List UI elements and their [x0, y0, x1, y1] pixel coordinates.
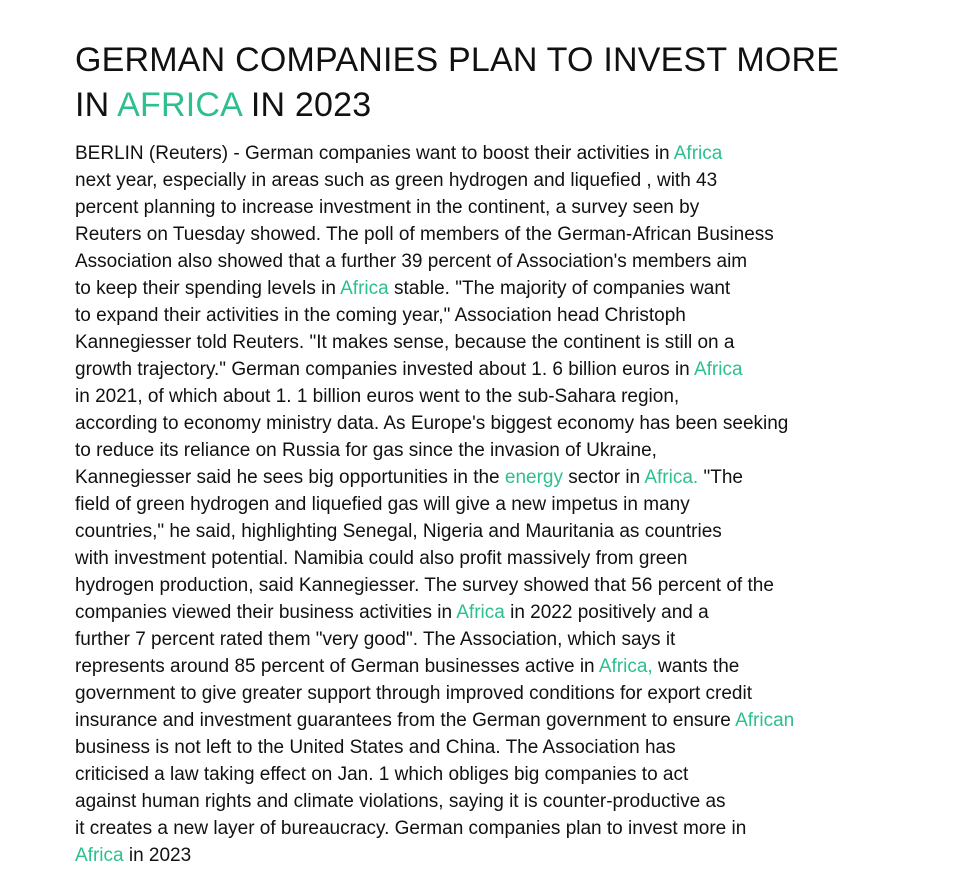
highlighted-keyword: Africa, [598, 656, 653, 677]
article-line: insurance and investment guarantees from… [75, 707, 945, 734]
article-line: further 7 percent rated them "very good"… [75, 626, 945, 653]
article-text: to expand their activities in the coming… [75, 305, 686, 326]
article-text: it creates a new layer of bureaucracy. G… [75, 818, 747, 839]
article-line: with investment potential. Namibia could… [75, 545, 945, 572]
article-text: Kannegiesser said he sees big opportunit… [75, 467, 505, 488]
article-line: represents around 85 percent of German b… [75, 653, 945, 680]
article-line: to expand their activities in the coming… [75, 302, 945, 329]
article-line: Kannegiesser told Reuters. "It makes sen… [75, 329, 945, 356]
article-text: next year, especially in areas such as g… [75, 170, 718, 191]
highlighted-keyword: Africa [75, 845, 124, 866]
article-line: Reuters on Tuesday showed. The poll of m… [75, 221, 945, 248]
article-text: "The [698, 467, 743, 488]
article-text: against human rights and climate violati… [75, 791, 726, 812]
article-text: sector in [563, 467, 645, 488]
article-text: Kannegiesser told Reuters. "It makes sen… [75, 332, 735, 353]
article-line: hydrogen production, said Kannegiesser. … [75, 572, 945, 599]
article-text: with investment potential. Namibia could… [75, 548, 688, 569]
headline-line-2: IN AFRICA IN 2023 [75, 83, 945, 128]
article-line: Africa in 2023 [75, 842, 945, 869]
article-line: to reduce its reliance on Russia for gas… [75, 437, 945, 464]
article-line: next year, especially in areas such as g… [75, 167, 945, 194]
article-text: to reduce its reliance on Russia for gas… [75, 440, 657, 461]
headline-text: IN [75, 86, 118, 124]
article-line: growth trajectory." German companies inv… [75, 356, 945, 383]
article-text: BERLIN (Reuters) - German companies want… [75, 143, 674, 164]
article-text: Reuters on Tuesday showed. The poll of m… [75, 224, 774, 245]
headline-line-1: GERMAN COMPANIES PLAN TO INVEST MORE [75, 41, 840, 79]
article-line: it creates a new layer of bureaucracy. G… [75, 815, 945, 842]
highlighted-keyword: Africa [693, 359, 743, 380]
article: GERMAN COMPANIES PLAN TO INVEST MORE IN … [75, 38, 945, 869]
article-line: business is not left to the United State… [75, 734, 945, 761]
highlighted-keyword: Africa [340, 278, 389, 299]
article-text: in 2021, of which about 1. 1 billion eur… [75, 386, 680, 407]
article-text: growth trajectory." German companies inv… [75, 359, 694, 380]
article-text: field of green hydrogen and liquefied ga… [75, 494, 690, 515]
article-text: countries," he said, highlighting Senega… [75, 521, 722, 542]
article-text: represents around 85 percent of German b… [75, 656, 599, 677]
article-text: stable. "The majority of companies want [388, 278, 731, 299]
highlighted-keyword: Africa [456, 602, 505, 623]
highlighted-keyword: African [735, 710, 795, 731]
article-text: insurance and investment guarantees from… [75, 710, 736, 731]
article-line: countries," he said, highlighting Senega… [75, 518, 945, 545]
article-line: percent planning to increase investment … [75, 194, 945, 221]
article-line: Association also showed that a further 3… [75, 248, 945, 275]
article-line: against human rights and climate violati… [75, 788, 945, 815]
article-line: Kannegiesser said he sees big opportunit… [75, 464, 945, 491]
article-text: wants the [652, 656, 740, 677]
article-text: business is not left to the United State… [75, 737, 676, 758]
article-text: further 7 percent rated them "very good"… [75, 629, 676, 650]
headline-text: IN 2023 [241, 86, 372, 124]
highlighted-keyword: energy [504, 467, 564, 488]
article-text: hydrogen production, said Kannegiesser. … [75, 575, 774, 596]
article-line: BERLIN (Reuters) - German companies want… [75, 140, 945, 167]
highlighted-keyword: Africa. [644, 467, 699, 488]
article-body: BERLIN (Reuters) - German companies want… [75, 140, 945, 869]
article-text: criticised a law taking effect on Jan. 1… [75, 764, 689, 785]
article-text: according to economy ministry data. As E… [75, 413, 789, 434]
article-line: in 2021, of which about 1. 1 billion eur… [75, 383, 945, 410]
article-text: to keep their spending levels in [75, 278, 341, 299]
article-line: government to give greater support throu… [75, 680, 945, 707]
article-text: government to give greater support throu… [75, 683, 752, 704]
article-text: companies viewed their business activiti… [75, 602, 457, 623]
article-text: in 2023 [123, 845, 192, 866]
article-text: in 2022 positively and a [504, 602, 709, 623]
article-line: criticised a law taking effect on Jan. 1… [75, 761, 945, 788]
article-text: percent planning to increase investment … [75, 197, 700, 218]
highlighted-keyword: Africa [673, 143, 723, 164]
article-line: according to economy ministry data. As E… [75, 410, 945, 437]
article-line: companies viewed their business activiti… [75, 599, 945, 626]
article-text: Association also showed that a further 3… [75, 251, 748, 272]
article-line: to keep their spending levels in Africa … [75, 275, 945, 302]
headline: GERMAN COMPANIES PLAN TO INVEST MORE IN … [75, 38, 945, 128]
article-line: field of green hydrogen and liquefied ga… [75, 491, 945, 518]
headline-accent-keyword: AFRICA [117, 86, 242, 124]
